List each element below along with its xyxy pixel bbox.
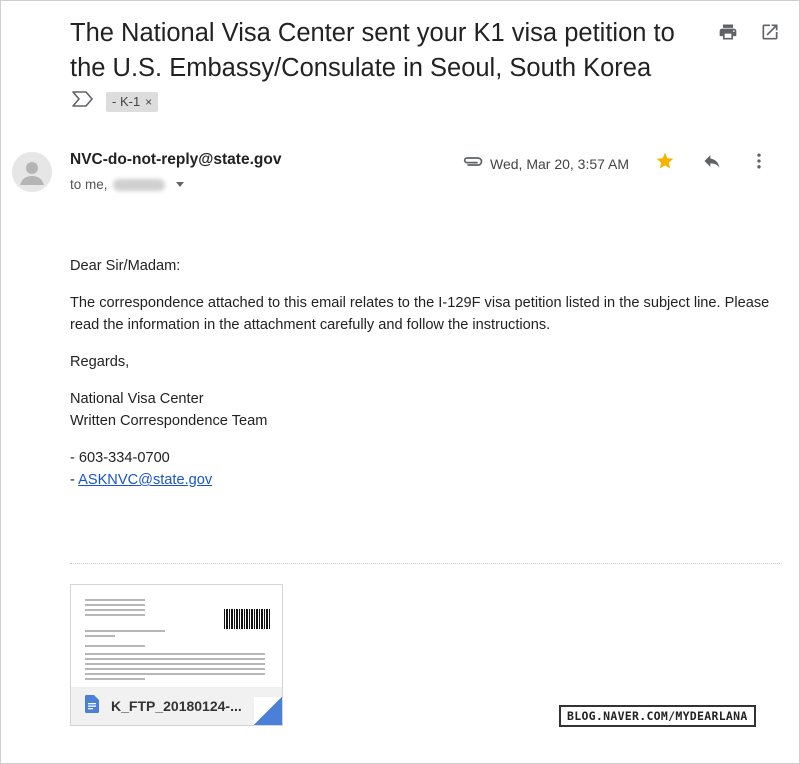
email-prefix: -: [70, 472, 79, 488]
importance-marker-icon[interactable]: [72, 91, 94, 112]
signature-line-2: Written Correspondence Team: [70, 413, 268, 429]
message-meta: Wed, Mar 20, 3:57 AM: [462, 151, 769, 176]
label-chip[interactable]: - K-1 ×: [106, 91, 159, 112]
label-chip-text: - K-1: [112, 94, 141, 109]
greeting: Dear Sir/Madam:: [70, 258, 181, 274]
attachment-filename: K_FTP_20180124-...: [111, 698, 242, 714]
recipient-line: to me,: [70, 177, 184, 192]
label-row: - K-1 ×: [72, 91, 159, 112]
attachment-card[interactable]: K_FTP_20180124-...: [70, 584, 283, 726]
chevron-down-icon[interactable]: [175, 182, 184, 187]
avatar[interactable]: [12, 152, 52, 192]
print-icon[interactable]: [718, 22, 738, 42]
body-paragraph: The correspondence attached to this emai…: [70, 295, 770, 333]
message-date: Wed, Mar 20, 3:57 AM: [490, 155, 630, 172]
blurred-recipient-name: [112, 178, 165, 191]
message-body: Dear Sir/Madam: The correspondence attac…: [70, 255, 770, 491]
open-in-new-window-icon[interactable]: [760, 22, 780, 42]
contact-email-link[interactable]: ASKNVC@state.gov: [78, 472, 212, 488]
document-icon: [85, 694, 99, 718]
watermark: BLOG.NAVER.COM/MYDEARLANA: [559, 705, 756, 727]
label-remove-button[interactable]: ×: [145, 95, 152, 109]
phone-number: - 603-334-0700: [70, 450, 170, 466]
contact-email-line: - ASKNVC@state.gov: [70, 469, 770, 491]
recipient-prefix: to me,: [70, 177, 108, 192]
paperclip-icon: [462, 154, 484, 173]
star-icon[interactable]: [655, 151, 675, 176]
attachment-preview: [71, 585, 282, 689]
closing: Regards,: [70, 354, 130, 370]
attachment-footer: K_FTP_20180124-...: [71, 687, 282, 725]
barcode-image: [224, 609, 270, 629]
sender-address[interactable]: NVC-do-not-reply@state.gov: [70, 151, 281, 169]
page-fold-corner: [254, 697, 282, 725]
signature-line-1: National Visa Center: [70, 391, 204, 407]
more-vertical-icon[interactable]: [749, 151, 769, 176]
email-subject: The National Visa Center sent your K1 vi…: [70, 19, 675, 82]
subject-toolbar: [718, 22, 780, 42]
reply-icon[interactable]: [701, 151, 723, 176]
divider: [70, 563, 780, 564]
